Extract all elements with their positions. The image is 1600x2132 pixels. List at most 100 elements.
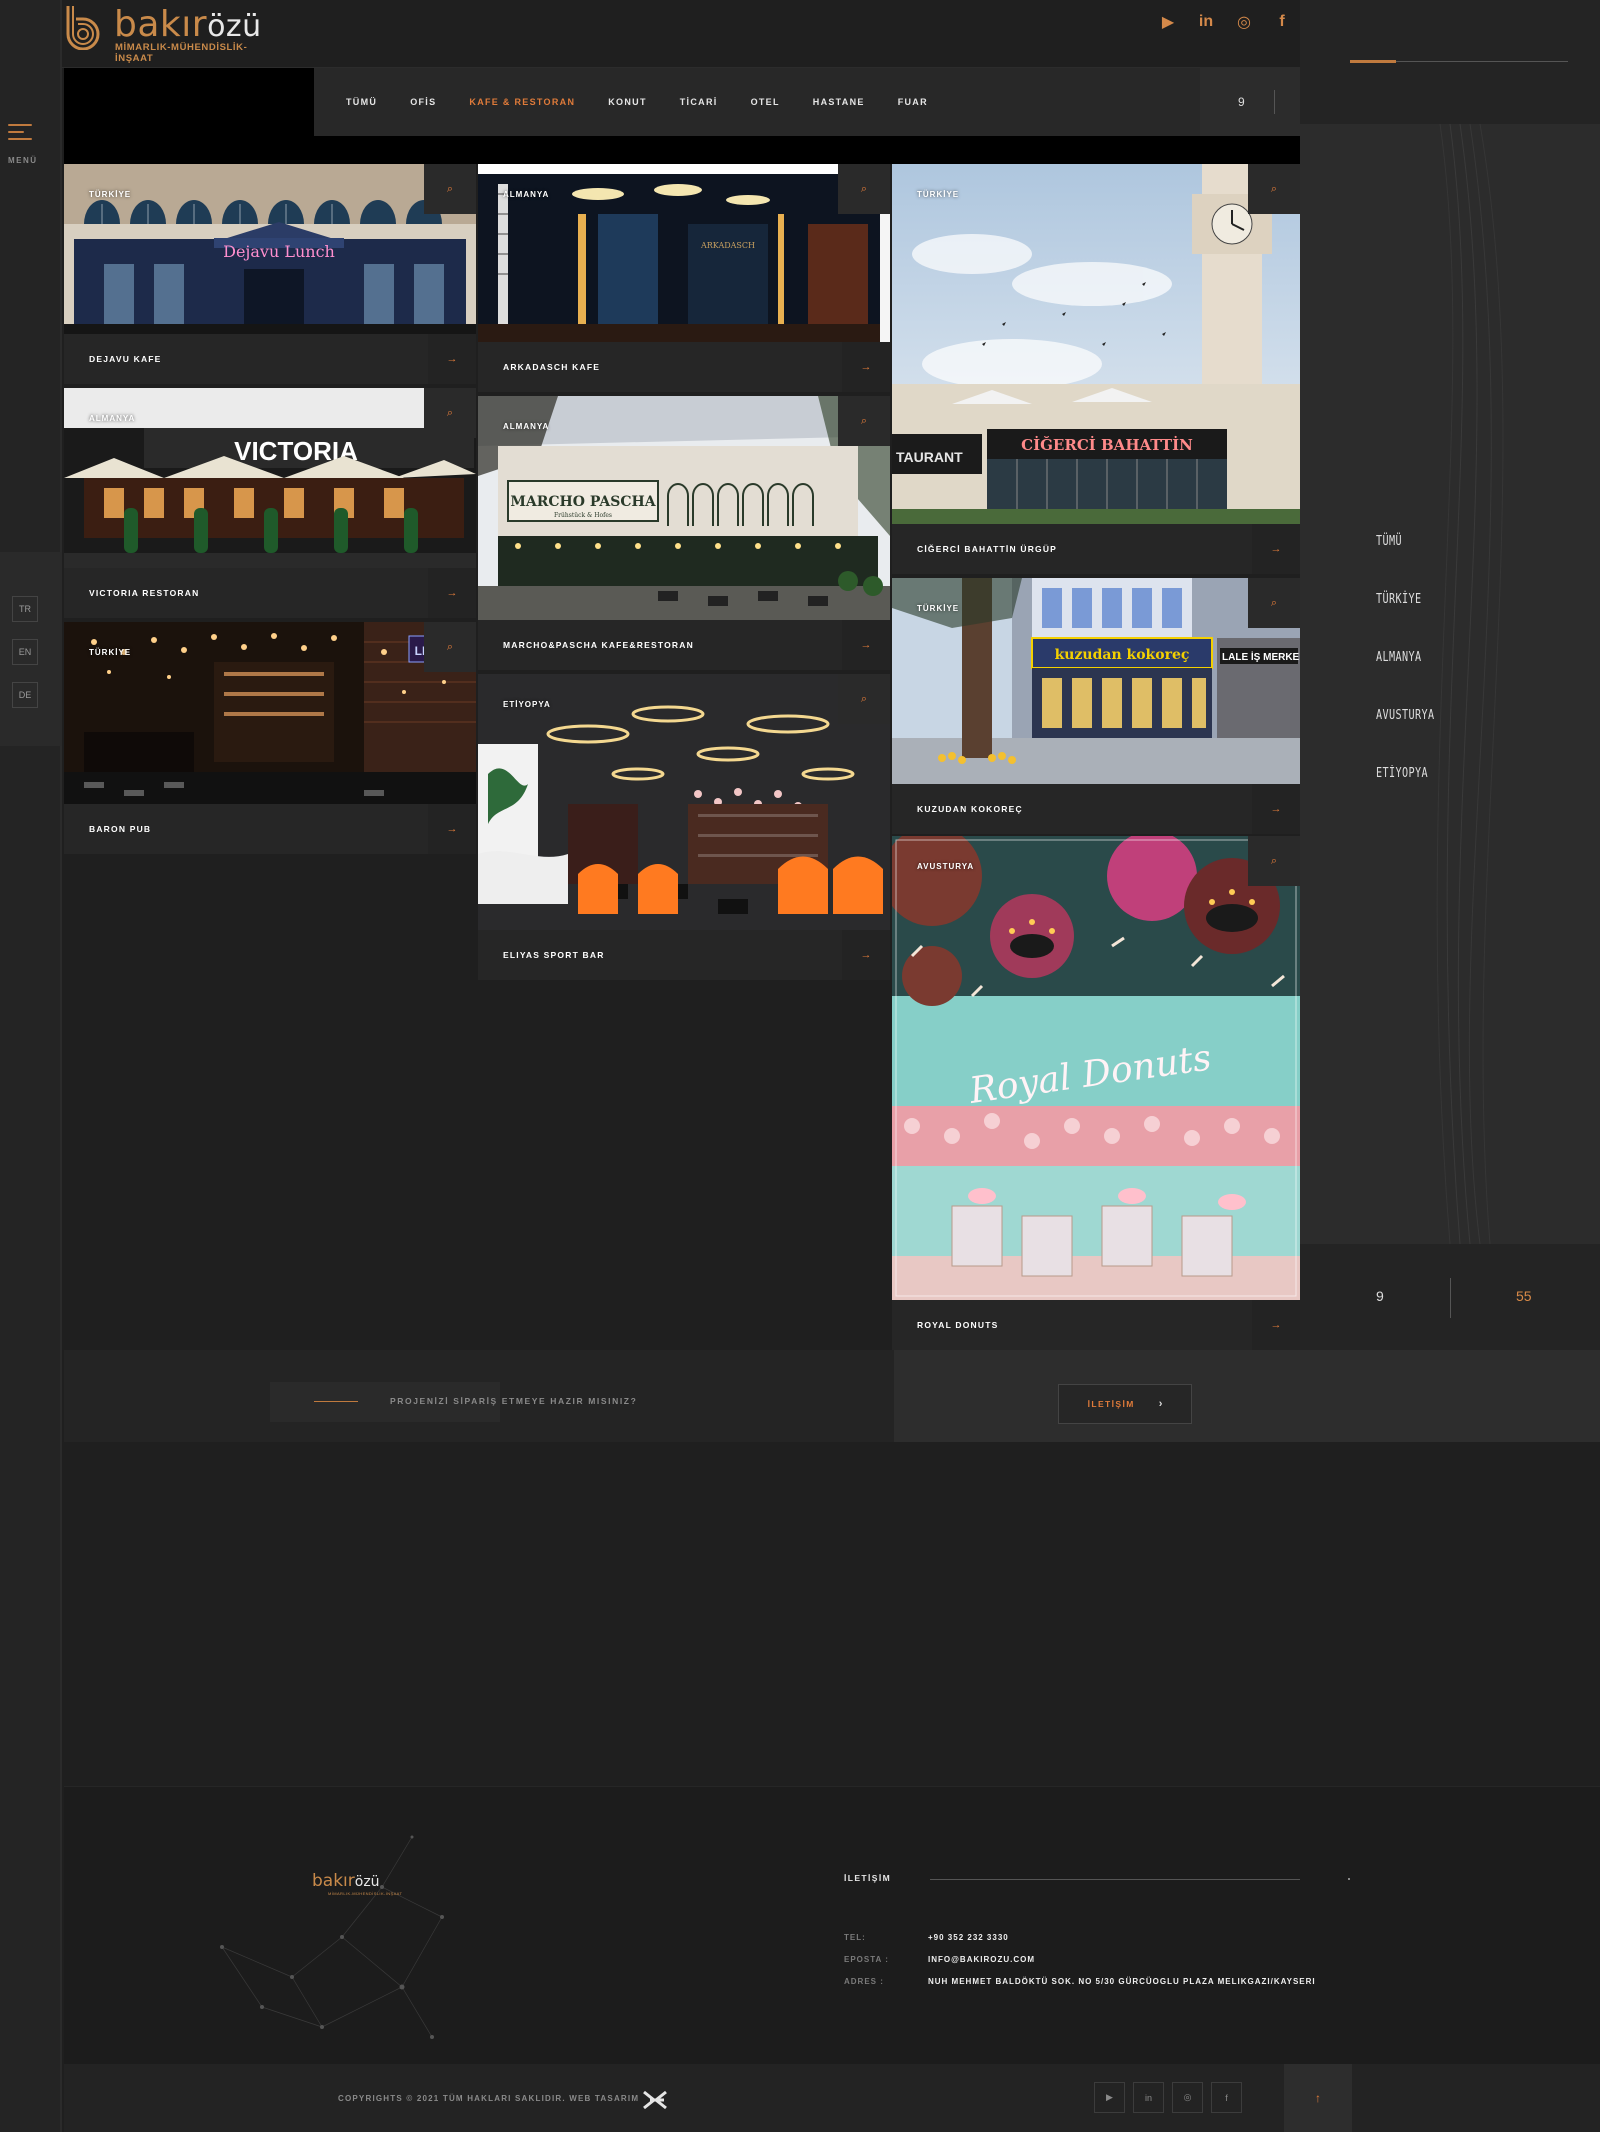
project-card[interactable]: Royal Donuts AVUSTURYA ⌕ ROYAL DONUTS →: [892, 836, 1300, 1350]
project-title: CİĞERCİ BAHATTİN ÜRGÜP: [917, 544, 1058, 554]
project-image[interactable]: [478, 674, 890, 930]
project-country: TÜRKİYE: [917, 604, 960, 613]
country-tumu[interactable]: TÜMÜ: [1376, 534, 1434, 549]
svg-text:Frühstück & Hofes: Frühstück & Hofes: [554, 512, 612, 519]
project-title: DEJAVU KAFE: [89, 354, 162, 364]
linkedin-icon[interactable]: in: [1133, 2082, 1164, 2113]
zoom-icon[interactable]: ⌕: [838, 396, 890, 446]
project-country: ALMANYA: [89, 414, 136, 423]
contact-email: EPOSTA : INFO@BAKIROZU.COM: [844, 1955, 1036, 1964]
filter-konut[interactable]: KONUT: [608, 97, 647, 107]
filter-count-box: 9: [1200, 68, 1300, 136]
svg-text:ARKADASCH: ARKADASCH: [700, 241, 755, 250]
project-counter: 9 55: [1300, 1244, 1600, 1350]
menu-label: MENÜ: [8, 156, 38, 165]
zoom-icon[interactable]: ⌕: [424, 622, 476, 672]
lang-en-button[interactable]: EN: [12, 639, 38, 665]
project-card[interactable]: kuzudan kokoreç LALE İŞ MERKE TÜRKİYE ⌕ …: [892, 578, 1300, 834]
brand-logo[interactable]: bakırözü MİMARLIK-MÜHENDİSLİK-İNŞAAT: [62, 2, 272, 64]
project-title: BARON PUB: [89, 824, 152, 834]
menu-button[interactable]: [8, 124, 36, 145]
project-title: VICTORIA RESTORAN: [89, 588, 200, 598]
project-country: ALMANYA: [503, 422, 550, 431]
project-country: TÜRKİYE: [89, 648, 132, 657]
youtube-icon[interactable]: ▶: [1158, 12, 1178, 32]
lang-tr-button[interactable]: TR: [12, 596, 38, 622]
zoom-icon[interactable]: ⌕: [1248, 836, 1300, 886]
facebook-icon[interactable]: f: [1211, 2082, 1242, 2113]
svg-text:LALE İŞ MERKE: LALE İŞ MERKE: [1222, 650, 1300, 663]
youtube-icon[interactable]: ▶: [1094, 2082, 1125, 2113]
zoom-icon[interactable]: ⌕: [838, 164, 890, 214]
arrow-right-icon[interactable]: →: [842, 930, 890, 980]
filter-tumu[interactable]: TÜMÜ: [346, 97, 377, 107]
project-title: KUZUDAN KOKOREÇ: [917, 804, 1023, 814]
back-to-top-button[interactable]: ↑: [1284, 2064, 1352, 2132]
svg-text:kuzudan kokoreç: kuzudan kokoreç: [1055, 647, 1190, 663]
zoom-icon[interactable]: ⌕: [838, 674, 890, 724]
arrow-right-icon[interactable]: →: [842, 342, 890, 392]
zoom-icon[interactable]: ⌕: [424, 388, 476, 438]
project-country: TÜRKİYE: [917, 190, 960, 199]
brand-name: bakırözü: [114, 4, 262, 45]
filter-ticari[interactable]: TİCARİ: [680, 97, 718, 107]
country-etiyopya[interactable]: ETİYOPYA: [1376, 766, 1434, 781]
filter-fuar[interactable]: FUAR: [898, 97, 928, 107]
network-decoration: [220, 1835, 444, 2039]
designer-logo-icon[interactable]: [642, 2090, 668, 2110]
linkedin-icon[interactable]: in: [1196, 12, 1216, 32]
svg-text:MARCHO PASCHA: MARCHO PASCHA: [510, 494, 656, 510]
lang-de-button[interactable]: DE: [12, 682, 38, 708]
hamburger-icon: [8, 124, 32, 126]
contact-button[interactable]: İLETİŞİM ›: [1058, 1384, 1192, 1424]
project-card[interactable]: VICTORIA ALMANYA ⌕ VICTORIA RESTORAN →: [64, 388, 476, 618]
bottom-bar: COPYRIGHTS © 2021 TÜM HAKLARI SAKLIDIR. …: [64, 2064, 1600, 2132]
instagram-icon[interactable]: ◎: [1234, 12, 1254, 32]
arrow-right-icon[interactable]: →: [428, 568, 476, 618]
project-card[interactable]: ETİYOPYA ⌕ ELIYAS SPORT BAR →: [478, 674, 890, 980]
country-filter-panel: TÜMÜ TÜRKİYE ALMANYA AVUSTURYA ETİYOPYA: [1300, 124, 1600, 1244]
svg-text:CİĞERCİ BAHATTİN: CİĞERCİ BAHATTİN: [1021, 435, 1193, 454]
left-rail: MENÜ TR EN DE: [0, 0, 62, 2132]
cta-divider: [314, 1401, 358, 1402]
project-card[interactable]: Dejavu Lunch TÜRKİYE ⌕ DEJAVU KAFE →: [64, 164, 476, 384]
arrow-right-icon[interactable]: →: [1252, 784, 1300, 834]
project-card[interactable]: MARCHO PASCHA Frühstück & Hofes ALMANYA …: [478, 396, 890, 670]
arrow-right-icon[interactable]: →: [1252, 1300, 1300, 1350]
filter-kafe-restoran[interactable]: KAFE & RESTORAN: [469, 97, 575, 107]
zoom-icon[interactable]: ⌕: [424, 164, 476, 214]
country-turkiye[interactable]: TÜRKİYE: [1376, 592, 1434, 607]
chevron-right-icon: ›: [1158, 1398, 1163, 1410]
contact-heading: İLETİŞİM: [844, 1873, 892, 1883]
zoom-icon[interactable]: ⌕: [1248, 164, 1300, 214]
instagram-icon[interactable]: ◎: [1172, 2082, 1203, 2113]
project-title: ROYAL DONUTS: [917, 1320, 999, 1330]
project-image[interactable]: Royal Donuts: [892, 836, 1300, 1300]
facebook-icon[interactable]: f: [1272, 12, 1292, 32]
project-country: ETİYOPYA: [503, 700, 551, 709]
country-avusturya[interactable]: AVUSTURYA: [1376, 708, 1434, 723]
project-title: ARKADASCH KAFE: [503, 362, 601, 372]
arrow-right-icon[interactable]: →: [842, 620, 890, 670]
contact-phone: TEL: +90 352 232 3330: [844, 1933, 1009, 1942]
brand-tagline: MİMARLIK-MÜHENDİSLİK-İNŞAAT: [115, 42, 248, 64]
cta-text: PROJENİZİ SİPARİŞ ETMEYE HAZIR MISINIZ?: [390, 1396, 638, 1406]
filter-otel[interactable]: OTEL: [751, 97, 780, 107]
project-country: TÜRKİYE: [89, 190, 132, 199]
project-image[interactable]: TAURANT CİĞERCİ BAHATTİN: [892, 164, 1300, 524]
zoom-icon[interactable]: ⌕: [1248, 578, 1300, 628]
project-card[interactable]: TAURANT CİĞERCİ BAHATTİN TÜRKİYE ⌕ CİĞER…: [892, 164, 1300, 574]
project-card[interactable]: LIQUORS TÜRKİYE ⌕ BARON PUB →: [64, 622, 476, 854]
filter-ofis[interactable]: OFİS: [410, 97, 436, 107]
filter-hastane[interactable]: HASTANE: [813, 97, 865, 107]
country-almanya[interactable]: ALMANYA: [1376, 650, 1434, 665]
arrow-right-icon[interactable]: →: [1252, 524, 1300, 574]
total-count: 55: [1516, 1288, 1532, 1304]
social-links-top: ▶ in ◎ f: [1158, 12, 1292, 32]
footer-logo[interactable]: bakırözü MİMARLIK-MÜHENDİSLİK-İNŞAAT: [312, 1871, 402, 1896]
sidebar-top: [1300, 0, 1600, 124]
arrow-right-icon[interactable]: →: [428, 334, 476, 384]
project-card[interactable]: ARKADASCH ALMANYA ⌕ ARKADASCH KAFE →: [478, 164, 890, 392]
arrow-right-icon[interactable]: →: [428, 804, 476, 854]
filter-spacer: [64, 68, 314, 136]
